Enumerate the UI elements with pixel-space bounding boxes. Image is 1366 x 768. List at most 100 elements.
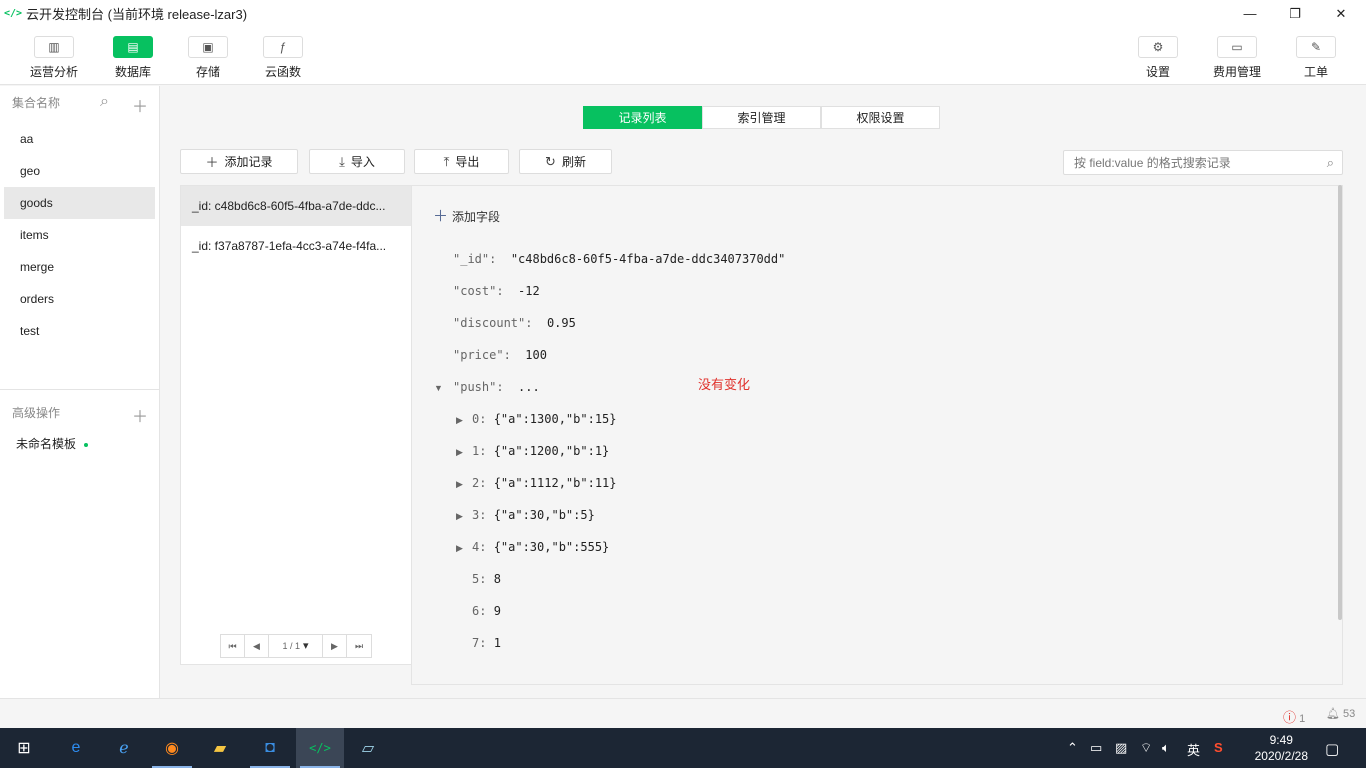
array-item[interactable]: 4: {"a":30,"b":555}: [472, 540, 609, 554]
tool-label: 工单: [1303, 65, 1328, 79]
tab-permissions[interactable]: 权限设置: [821, 106, 940, 129]
windows-taskbar: ⊞ e ℯ ◉ ▰ ◘ </> ▱ ⌃ ▭ ▨ ⌔ 🔈︎ 英 S 9:49 20…: [0, 728, 1366, 768]
collection-item[interactable]: geo: [4, 155, 155, 187]
tool-analytics[interactable]: ▥ 运营分析: [24, 36, 84, 80]
app-tray-icon[interactable]: ▨: [1115, 740, 1127, 756]
devtools-icon[interactable]: </>: [296, 728, 344, 768]
battery-icon[interactable]: ▭: [1090, 740, 1102, 756]
record-item[interactable]: _id: f37a8787-1efa-4cc3-a74e-f4fa...: [181, 226, 411, 266]
field-row[interactable]: "push": ...: [453, 380, 540, 394]
array-item[interactable]: 6: 9: [472, 604, 501, 618]
main-toolbar: ▥ 运营分析 ▤ 数据库 ▣ 存储 ƒ 云函数 ⚙ 设置 ▭ 费用管理 ✎ 工单: [0, 27, 1366, 85]
firefox-icon[interactable]: ◉: [148, 728, 196, 768]
collection-item[interactable]: orders: [4, 283, 155, 315]
field-row[interactable]: "_id": "c48bd6c8-60f5-4fba-a7de-ddc34073…: [453, 252, 785, 266]
tool-tickets[interactable]: ✎ 工单: [1286, 36, 1346, 80]
minimize-button[interactable]: —: [1227, 0, 1273, 27]
error-icon: ⓘ: [1283, 710, 1297, 725]
refresh-icon: ↻: [545, 153, 556, 169]
template-item[interactable]: 未命名模板: [0, 428, 159, 460]
array-item[interactable]: 0: {"a":1300,"b":15}: [472, 412, 617, 426]
tool-billing[interactable]: ▭ 费用管理: [1207, 36, 1267, 80]
add-collection-icon[interactable]: ＋: [132, 93, 148, 117]
tool-label: 设置: [1145, 65, 1170, 79]
error-indicator[interactable]: ⓘ 1: [1283, 707, 1305, 726]
window-title: 云开发控制台 (当前环境 release-lzar3): [26, 7, 248, 22]
item-index: 2:: [472, 476, 487, 490]
field-row[interactable]: "cost": -12: [453, 284, 540, 298]
expand-arrow-icon[interactable]: ▶: [456, 415, 463, 426]
expand-arrow-icon[interactable]: ▶: [456, 447, 463, 458]
system-clock[interactable]: 9:49 2020/2/28: [1255, 732, 1308, 764]
import-button[interactable]: ⤓ 导入: [309, 149, 405, 174]
volume-icon[interactable]: 🔈︎: [1162, 740, 1170, 756]
close-button[interactable]: ✕: [1318, 0, 1364, 27]
collections-sidebar: 集合名称 ⌕ ＋ aa geo goods items merge orders…: [0, 86, 160, 698]
item-value: {"a":1200,"b":1}: [493, 444, 610, 458]
ie-icon[interactable]: ℯ: [100, 728, 148, 768]
tool-settings[interactable]: ⚙ 设置: [1128, 36, 1188, 80]
refresh-button[interactable]: ↻ 刷新: [519, 149, 612, 174]
tab-records[interactable]: 记录列表: [583, 106, 702, 129]
tray-chevron-icon[interactable]: ⌃: [1067, 740, 1078, 756]
item-value: 9: [493, 604, 501, 618]
add-record-button[interactable]: ＋ 添加记录: [180, 149, 298, 174]
collapse-arrow-icon[interactable]: ▼: [434, 383, 443, 393]
item-value: {"a":30,"b":5}: [493, 508, 595, 522]
collection-item[interactable]: merge: [4, 251, 155, 283]
search-icon[interactable]: ⌕: [100, 93, 109, 111]
first-page-icon[interactable]: ⏮: [221, 635, 245, 657]
item-index: 1:: [472, 444, 487, 458]
search-icon[interactable]: ⌕: [1327, 155, 1334, 171]
ime-indicator[interactable]: 英: [1187, 740, 1200, 759]
tool-label: 费用管理: [1212, 65, 1261, 79]
notification-indicator[interactable]: 🔔︎ 53: [1326, 707, 1355, 720]
edge-icon[interactable]: e: [52, 728, 100, 768]
last-page-icon[interactable]: ⏭: [347, 635, 371, 657]
windows-start-icon[interactable]: ⊞: [0, 728, 48, 768]
add-field-button[interactable]: ＋添加字段: [433, 205, 500, 226]
array-item[interactable]: 3: {"a":30,"b":5}: [472, 508, 595, 522]
notification-center-icon[interactable]: ▢: [1325, 740, 1339, 758]
upload-icon: ⤒: [443, 153, 450, 169]
add-template-icon[interactable]: ＋: [132, 403, 148, 427]
sogou-icon[interactable]: S: [1214, 740, 1223, 755]
next-page-icon[interactable]: ▶: [323, 635, 347, 657]
file-explorer-icon[interactable]: ▰: [196, 728, 244, 768]
item-value: {"a":30,"b":555}: [493, 540, 610, 554]
item-value: 1: [493, 636, 501, 650]
field-row[interactable]: "discount": 0.95: [453, 316, 576, 330]
record-item-selected[interactable]: _id: c48bd6c8-60f5-4fba-a7de-ddc...: [181, 186, 411, 226]
status-dot: [84, 442, 89, 447]
tool-database[interactable]: ▤ 数据库: [103, 36, 163, 80]
collection-item[interactable]: test: [4, 315, 155, 347]
expand-arrow-icon[interactable]: ▶: [456, 479, 463, 490]
prev-page-icon[interactable]: ◀: [245, 635, 269, 657]
page-select[interactable]: 1 / 1 ▾: [269, 635, 323, 657]
collection-item-selected[interactable]: goods: [4, 187, 155, 219]
search-input[interactable]: [1064, 151, 1304, 174]
clock-date: 2020/2/28: [1254, 749, 1308, 763]
wifi-icon[interactable]: ⌔: [1140, 740, 1152, 756]
expand-arrow-icon[interactable]: ▶: [456, 511, 463, 522]
collection-item[interactable]: items: [4, 219, 155, 251]
export-button[interactable]: ⤒ 导出: [414, 149, 509, 174]
notepad-icon[interactable]: ▱: [344, 728, 392, 768]
expand-arrow-icon[interactable]: ▶: [456, 543, 463, 554]
array-item[interactable]: 5: 8: [472, 572, 501, 586]
tab-indexes[interactable]: 索引管理: [702, 106, 821, 129]
array-item[interactable]: 7: 1: [472, 636, 501, 650]
tool-storage[interactable]: ▣ 存储: [178, 36, 238, 80]
field-row[interactable]: "price": 100: [453, 348, 547, 362]
tool-functions[interactable]: ƒ 云函数: [253, 36, 313, 80]
detail-scrollbar[interactable]: [1338, 185, 1342, 620]
outlook-icon[interactable]: ◘: [246, 728, 294, 768]
array-item[interactable]: 2: {"a":1112,"b":11}: [472, 476, 617, 490]
item-value: 8: [493, 572, 501, 586]
collection-item[interactable]: aa: [4, 123, 155, 155]
field-key: "discount":: [453, 316, 533, 330]
pagination: ⏮ ◀ 1 / 1 ▾ ▶ ⏭: [220, 634, 372, 658]
restore-button[interactable]: ❐: [1272, 0, 1318, 27]
download-icon: ⤓: [339, 153, 345, 169]
array-item[interactable]: 1: {"a":1200,"b":1}: [472, 444, 609, 458]
